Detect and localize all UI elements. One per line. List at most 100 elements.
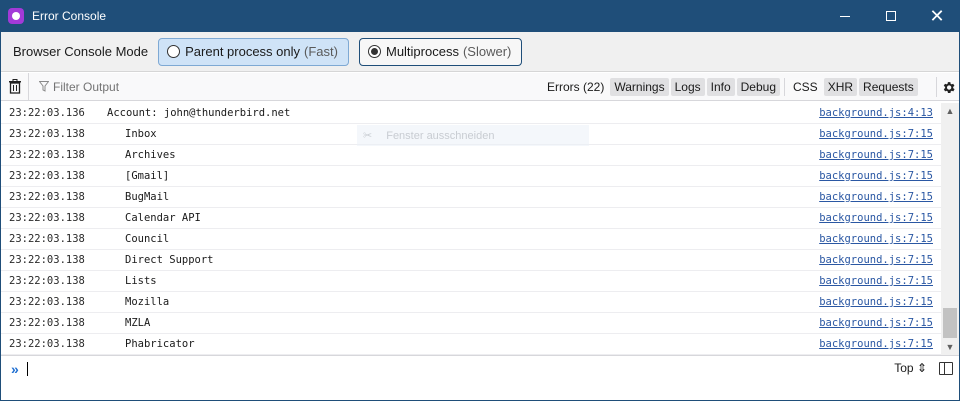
log-row: 23:22:03.138 Lists background.js:7:15 [1, 271, 941, 292]
console-mode-label: Browser Console Mode [13, 44, 149, 59]
funnel-icon [39, 81, 49, 92]
log-timestamp: 23:22:03.138 [9, 275, 85, 287]
minimize-icon [840, 15, 850, 17]
filter-output-input[interactable]: Filter Output [39, 80, 529, 94]
chevron-down-icon: ▼ [945, 342, 955, 352]
filter-debug-button[interactable]: Debug [736, 78, 781, 96]
log-source-link[interactable]: background.js:7:15 [819, 275, 933, 287]
log-message: Inbox [125, 128, 157, 140]
log-timestamp: 23:22:03.138 [9, 296, 85, 308]
maximize-icon [886, 11, 896, 21]
log-message: Lists [125, 275, 157, 287]
log-message: Calendar API [125, 212, 201, 224]
log-timestamp: 23:22:03.138 [9, 338, 85, 350]
log-timestamp: 23:22:03.138 [9, 254, 85, 266]
log-source-link[interactable]: background.js:7:15 [819, 212, 933, 224]
settings-button[interactable] [936, 77, 956, 97]
filter-errors-button[interactable]: Errors (22) [543, 78, 608, 96]
log-source-link[interactable]: background.js:7:15 [819, 170, 933, 182]
console-toolbar: Filter Output Errors (22) Warnings Logs … [1, 72, 959, 101]
scrollbar-thumb[interactable] [943, 308, 957, 338]
text-caret [26, 361, 28, 376]
title-bar: Error Console ✕ [0, 0, 960, 32]
log-timestamp: 23:22:03.136 [9, 107, 85, 119]
log-row: 23:22:03.138 Archives background.js:7:15 [1, 145, 941, 166]
log-message: Direct Support [125, 254, 214, 266]
ghost-menu-label: Fenster ausschneiden [386, 129, 495, 142]
context-selector[interactable]: Top ⇕ [894, 361, 927, 375]
thunderbird-app-icon [8, 8, 24, 24]
vertical-scrollbar[interactable]: ▲ ▼ [941, 103, 959, 355]
log-timestamp: 23:22:03.138 [9, 233, 85, 245]
log-source-link[interactable]: background.js:7:15 [819, 191, 933, 203]
window-title: Error Console [32, 9, 107, 23]
log-row: 23:22:03.138 Phabricator background.js:7:1… [1, 334, 941, 355]
minimize-button[interactable] [822, 0, 868, 32]
log-source-link[interactable]: background.js:7:15 [819, 338, 933, 350]
ghost-context-menu-item: ✂ Fenster ausschneiden [357, 125, 589, 146]
filter-logs-button[interactable]: Logs [670, 78, 705, 96]
filter-divider [784, 78, 786, 96]
console-mode-bar: Browser Console Mode Parent process only… [1, 32, 959, 72]
close-button[interactable]: ✕ [914, 0, 960, 32]
filter-warnings-button[interactable]: Warnings [610, 78, 669, 96]
multiprocess-label: Multiprocess [385, 44, 459, 59]
parent-process-only-option[interactable]: Parent process only (Fast) [158, 37, 349, 66]
log-row: 23:22:03.138 Mozilla background.js:7:15 [1, 292, 941, 313]
log-message: MZLA [125, 317, 151, 329]
log-timestamp: 23:22:03.138 [9, 317, 85, 329]
filter-xhr-button[interactable]: XHR [823, 78, 858, 96]
log-source-link[interactable]: background.js:7:15 [819, 317, 933, 329]
window-controls: ✕ [822, 0, 960, 32]
log-source-link[interactable]: background.js:4:13 [819, 107, 933, 119]
log-source-link[interactable]: background.js:7:15 [819, 296, 933, 308]
log-timestamp: 23:22:03.138 [9, 170, 85, 182]
log-source-link[interactable]: background.js:7:15 [819, 233, 933, 245]
console-input-line[interactable]: » Top ⇕ [1, 355, 959, 381]
log-row: 23:22:03.138 Calendar API background.js:7:… [1, 208, 941, 229]
log-source-link[interactable]: background.js:7:15 [819, 128, 933, 140]
filter-placeholder: Filter Output [53, 79, 120, 94]
scroll-down-button[interactable]: ▼ [941, 339, 959, 355]
radio-icon [167, 45, 181, 58]
sidebar-toggle-icon[interactable] [939, 362, 953, 375]
log-timestamp: 23:22:03.138 [9, 149, 85, 161]
window-bottom-area [1, 382, 959, 400]
log-timestamp: 23:22:03.138 [9, 191, 85, 203]
gear-icon [943, 81, 955, 93]
log-row: 23:22:03.138 MZLA background.js:7:15 [1, 313, 941, 334]
log-message: BugMail [125, 191, 170, 203]
parent-process-label: Parent process only [185, 44, 301, 59]
log-timestamp: 23:22:03.138 [9, 128, 85, 140]
log-row: 23:22:03.138 [Gmail] background.js:7:15 [1, 166, 941, 187]
maximize-button[interactable] [868, 0, 914, 32]
log-row: 23:22:03.138 Council background.js:7:15 [1, 229, 941, 250]
log-message: Phabricator [125, 338, 195, 350]
filter-info-button[interactable]: Info [706, 78, 735, 96]
scissors-icon: ✂ [363, 130, 373, 142]
clear-output-button[interactable] [1, 72, 29, 101]
filter-requests-button[interactable]: Requests [859, 78, 918, 96]
log-row: 23:22:03.138 Direct Support background.js:… [1, 250, 941, 271]
scroll-up-button[interactable]: ▲ [941, 103, 959, 119]
radio-checked-icon [367, 45, 381, 58]
chevron-up-icon: ▲ [945, 106, 955, 116]
parent-process-hint: (Fast) [304, 44, 338, 59]
log-timestamp: 23:22:03.138 [9, 212, 85, 224]
log-message: Account: john@thunderbird.net [107, 107, 291, 119]
log-source-link[interactable]: background.js:7:15 [819, 254, 933, 266]
trash-icon [8, 79, 21, 94]
multiprocess-hint: (Slower) [462, 44, 512, 59]
close-icon: ✕ [929, 6, 945, 26]
log-row: 23:22:03.136 Account: john@thunderbird.ne… [1, 103, 941, 124]
log-message: [Gmail] [125, 170, 170, 182]
log-source-link[interactable]: background.js:7:15 [819, 149, 933, 161]
filter-css-button[interactable]: CSS [789, 78, 822, 96]
log-level-filters: Errors (22) Warnings Logs Info Debug CSS… [543, 76, 920, 98]
log-message: Mozilla [125, 296, 170, 308]
multiprocess-option[interactable]: Multiprocess (Slower) [358, 37, 523, 66]
prompt-chevron-icon: » [11, 360, 19, 377]
log-message: Archives [125, 149, 176, 161]
log-row: 23:22:03.138 BugMail background.js:7:15 [1, 187, 941, 208]
log-message: Council [125, 233, 170, 245]
